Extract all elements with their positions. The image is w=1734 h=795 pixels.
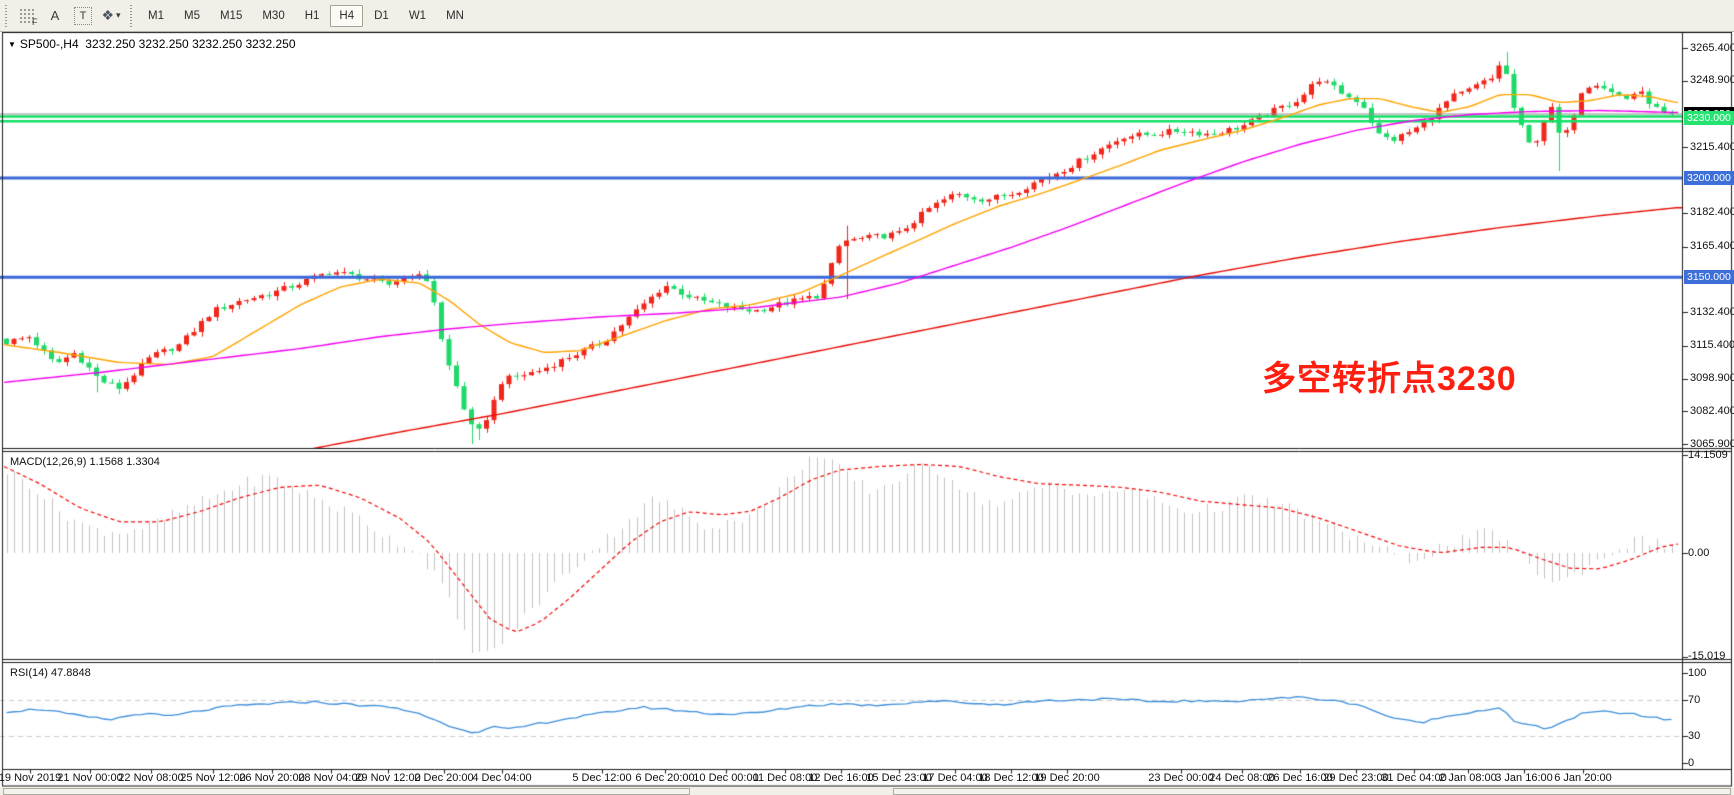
toolbar-grip[interactable] — [3, 5, 10, 27]
price-axis-label: 3165.400 — [1690, 240, 1734, 252]
price-axis-label: 3115.400 — [1690, 339, 1734, 351]
macd-axis-label: 14.1509 — [1688, 449, 1728, 461]
price-axis-label: 3082.400 — [1690, 405, 1734, 417]
time-axis-label: 29 Nov 12:00 — [355, 772, 420, 784]
trading-platform-window: F A T ❖ ▾ M1M5M15M30H1H4D1W1MN ▼ SP500-,H… — [0, 0, 1734, 795]
chart-f-icon[interactable]: F — [14, 3, 40, 29]
timeframe-button-mn[interactable]: MN — [437, 5, 473, 27]
dropdown-caret-icon: ▾ — [116, 10, 121, 21]
status-section-left — [3, 788, 690, 795]
rsi-axis-label: 0 — [1688, 757, 1694, 769]
timeframe-button-h1[interactable]: H1 — [296, 5, 329, 27]
chart-window: ▼ SP500-,H4 3232.250 3232.250 3232.250 32… — [0, 32, 1734, 795]
time-axis-label: 3 Jan 16:00 — [1495, 772, 1553, 784]
time-axis-label: 2 Dec 20:00 — [414, 772, 473, 784]
rsi-axis-label: 70 — [1688, 694, 1700, 706]
status-bar — [0, 787, 1734, 795]
symbol-period-label: SP500-,H4 — [20, 37, 79, 51]
price-axis-label: 3265.400 — [1690, 42, 1734, 54]
time-axis-label: 26 Nov 20:00 — [239, 772, 304, 784]
time-axis-label: 6 Jan 20:00 — [1554, 772, 1612, 784]
price-axis-label: 3098.900 — [1690, 372, 1734, 384]
timeframe-button-w1[interactable]: W1 — [400, 5, 435, 27]
time-axis-label: 4 Dec 04:00 — [472, 772, 531, 784]
macd-axis-label: -15.019 — [1688, 650, 1725, 662]
price-badge: 3200.000 — [1684, 171, 1734, 185]
main-toolbar: F A T ❖ ▾ M1M5M15M30H1H4D1W1MN — [0, 0, 1734, 32]
time-axis-label: 19 Dec 20:00 — [1034, 772, 1099, 784]
time-axis-label: 28 Nov 04:00 — [298, 772, 363, 784]
chart-annotation-text: 多空转折点3230 — [1262, 360, 1517, 398]
rsi-axis-label: 30 — [1688, 730, 1700, 742]
time-axis-label: 24 Dec 08:00 — [1209, 772, 1274, 784]
cursor-a-icon[interactable]: A — [42, 3, 68, 29]
ohlc-values: 3232.250 3232.250 3232.250 3232.250 — [85, 37, 295, 51]
time-axis-label: 31 Dec 04:00 — [1381, 772, 1446, 784]
macd-axis-label: 0.00 — [1688, 547, 1709, 559]
rsi-axis-label: 100 — [1688, 667, 1706, 679]
timeframe-button-m30[interactable]: M30 — [253, 5, 293, 27]
rsi-indicator-label: RSI(14) 47.8848 — [10, 667, 91, 679]
macd-indicator-label: MACD(12,26,9) 1.1568 1.3304 — [10, 456, 160, 468]
price-axis-label: 3215.400 — [1690, 141, 1734, 153]
price-axis-label: 3248.900 — [1690, 74, 1734, 86]
time-axis-label: 6 Dec 20:00 — [635, 772, 694, 784]
time-axis-label: 5 Dec 12:00 — [572, 772, 631, 784]
timeframe-button-h4[interactable]: H4 — [330, 5, 363, 27]
price-chart-canvas[interactable] — [0, 32, 1734, 795]
price-axis-label: 3132.400 — [1690, 306, 1734, 318]
chart-symbol-title: ▼ SP500-,H4 3232.250 3232.250 3232.250 32… — [8, 37, 296, 51]
time-axis-label: 21 Nov 00:00 — [57, 772, 122, 784]
toolbar-grip[interactable] — [128, 5, 135, 27]
time-axis-label: 22 Nov 08:00 — [118, 772, 183, 784]
price-badge: 3150.000 — [1684, 270, 1734, 284]
price-axis-label: 3182.400 — [1690, 206, 1734, 218]
time-axis-label: 12 Dec 16:00 — [808, 772, 873, 784]
diamond-glyph: ❖ — [101, 7, 114, 24]
templates-icon[interactable]: ❖ ▾ — [98, 3, 124, 29]
time-axis-label: 23 Dec 00:00 — [1148, 772, 1213, 784]
time-axis-label: 25 Nov 12:00 — [180, 772, 245, 784]
text-tool-icon[interactable]: T — [70, 3, 96, 29]
timeframe-button-d1[interactable]: D1 — [365, 5, 398, 27]
grid-glyph: F — [19, 8, 36, 23]
status-section-right — [893, 788, 1731, 795]
a-glyph: A — [51, 8, 60, 23]
timeframe-button-m15[interactable]: M15 — [211, 5, 251, 27]
timeframe-button-group: M1M5M15M30H1H4D1W1MN — [138, 0, 474, 31]
time-axis-label: 10 Dec 00:00 — [693, 772, 758, 784]
t-glyph: T — [74, 7, 92, 25]
symbol-dropdown-icon[interactable]: ▼ — [8, 40, 16, 49]
timeframe-button-m1[interactable]: M1 — [139, 5, 173, 27]
time-axis-label: 29 Dec 23:00 — [1323, 772, 1388, 784]
price-badge: 3230.000 — [1684, 111, 1734, 125]
time-axis-label: 19 Nov 2019 — [0, 772, 61, 784]
time-axis-label: 2 Jan 08:00 — [1439, 772, 1497, 784]
timeframe-button-m5[interactable]: M5 — [175, 5, 209, 27]
